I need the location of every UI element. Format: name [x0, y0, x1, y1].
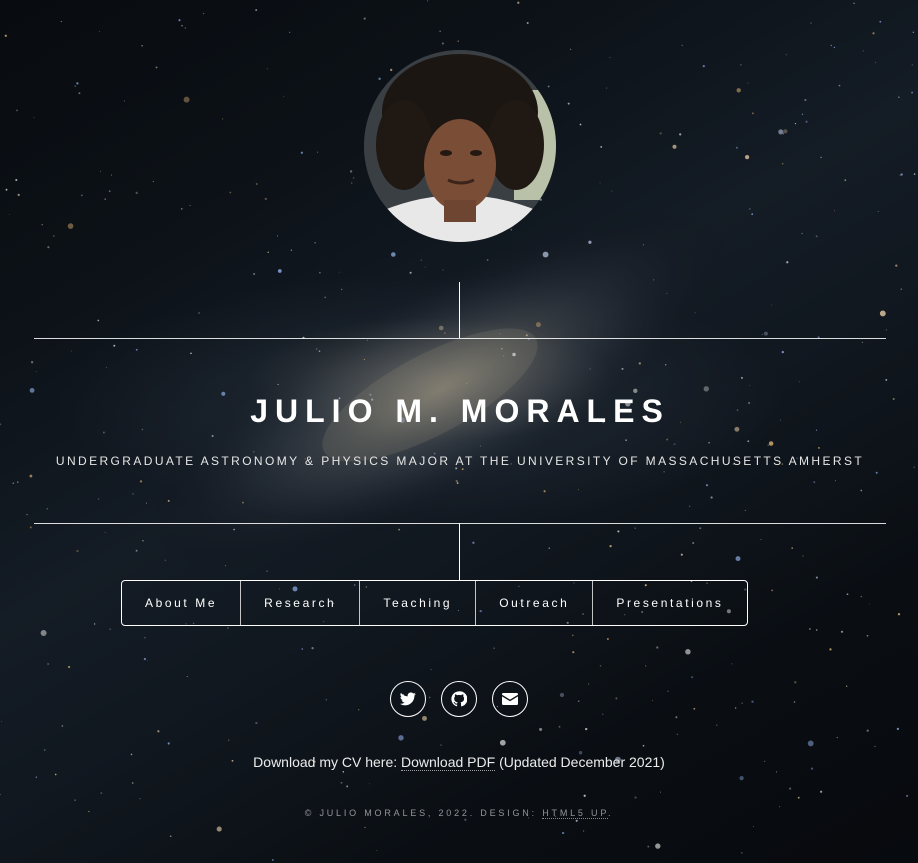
footer-period: . [607, 808, 614, 818]
email-link[interactable] [492, 681, 528, 717]
footer: © Julio Morales, 2022. Design: HTML5 UP. [0, 806, 918, 820]
design-credit-link[interactable]: HTML5 UP [542, 808, 608, 819]
portrait-image [364, 50, 556, 242]
envelope-icon [502, 693, 518, 705]
social-links [390, 681, 528, 717]
nav-item-presentations[interactable]: Presentations [592, 581, 746, 625]
twitter-icon [400, 692, 416, 706]
cv-download-link[interactable]: Download PDF [401, 754, 496, 771]
divider-bottom [34, 523, 886, 524]
main-nav: About Me Research Teaching Outreach Pres… [121, 580, 748, 626]
nav-item-teaching[interactable]: Teaching [359, 581, 475, 625]
tagline: Undergraduate Astronomy & Physics Major … [55, 454, 865, 468]
nav-item-research[interactable]: Research [240, 581, 359, 625]
twitter-link[interactable] [390, 681, 426, 717]
nav-item-about-me[interactable]: About Me [122, 581, 240, 625]
connector-line-top [459, 282, 460, 338]
nav-item-outreach[interactable]: Outreach [475, 581, 592, 625]
header-content: Julio M. Morales Undergraduate Astronomy… [34, 339, 886, 523]
connector-line-bottom [459, 523, 460, 580]
page-title: Julio M. Morales [250, 393, 670, 429]
github-link[interactable] [441, 681, 477, 717]
avatar [364, 50, 556, 242]
cv-prefix: Download my CV here: [253, 754, 398, 770]
copyright-text: © Julio Morales, 2022. Design: [304, 808, 537, 818]
cv-updated-note: (Updated December 2021) [499, 754, 665, 770]
github-icon [451, 691, 467, 707]
cv-download-text: Download my CV here: Download PDF (Updat… [0, 752, 918, 772]
